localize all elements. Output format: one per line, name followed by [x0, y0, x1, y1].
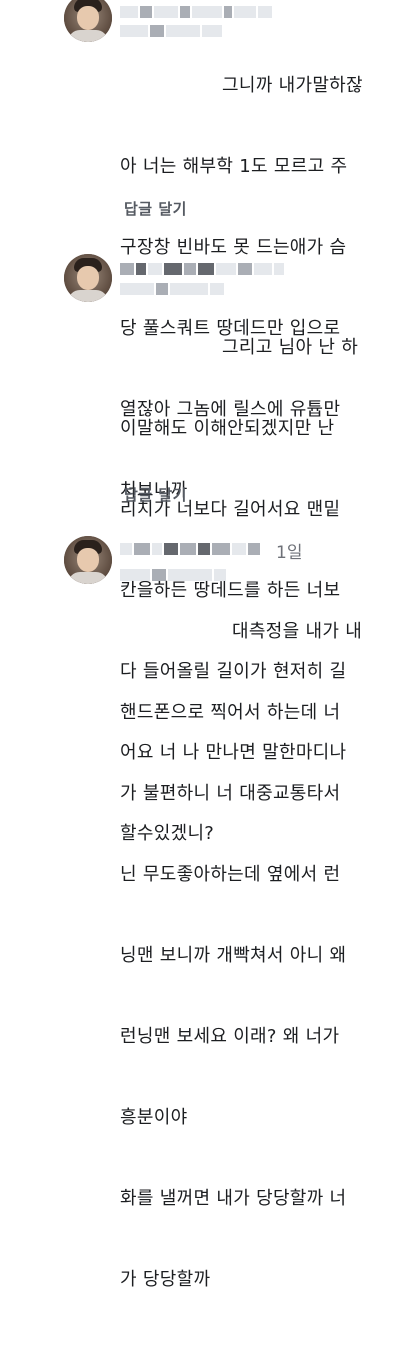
avatar[interactable] [64, 536, 112, 584]
comment-line: 구장창 빈바도 못 드는애가 슴 [120, 237, 347, 258]
comment-line: 닌 무도좋아하는데 옆에서 런 [120, 864, 341, 885]
comment-line: 가 불편하니 너 대중교통타서 [120, 783, 341, 804]
blurred-username [120, 5, 272, 19]
comment-line: 대측정을 내가 내 [232, 621, 363, 642]
avatar[interactable] [64, 254, 112, 302]
comment-line: 가 당당할까 [120, 1269, 211, 1290]
comment-line: 이말해도 이해안되겠지만 난 [120, 418, 335, 439]
comment-line: 그리고 님아 난 하 [222, 337, 359, 358]
comment-line: 흥분이야 [120, 1107, 188, 1128]
reply-button[interactable]: 답글 달기 [124, 484, 187, 505]
timestamp: 1일 [276, 543, 303, 563]
comment-line: 런닝맨 보세요 이래? 왜 너가 [120, 1026, 340, 1047]
comment-line: 핸드폰으로 찍어서 하는데 너 [120, 702, 341, 723]
comment-line: 닝맨 보니까 개빡쳐서 아니 왜 [120, 945, 347, 966]
comment-line: 화를 낼꺼면 내가 당당할까 너 [120, 1188, 347, 1209]
avatar[interactable] [64, 0, 112, 42]
comment-text: 대측정을 내가 내 핸드폰으로 찍어서 하는데 너 가 불편하니 너 대중교통타… [120, 564, 406, 1347]
reply-button[interactable]: 답글 달기 [124, 198, 187, 219]
blurred-username [120, 542, 260, 556]
blurred-username [120, 262, 284, 276]
comment-line: 아 너는 해부학 1도 모르고 주 [120, 156, 348, 177]
comment-line: 그니까 내가말하잖 [222, 75, 363, 96]
